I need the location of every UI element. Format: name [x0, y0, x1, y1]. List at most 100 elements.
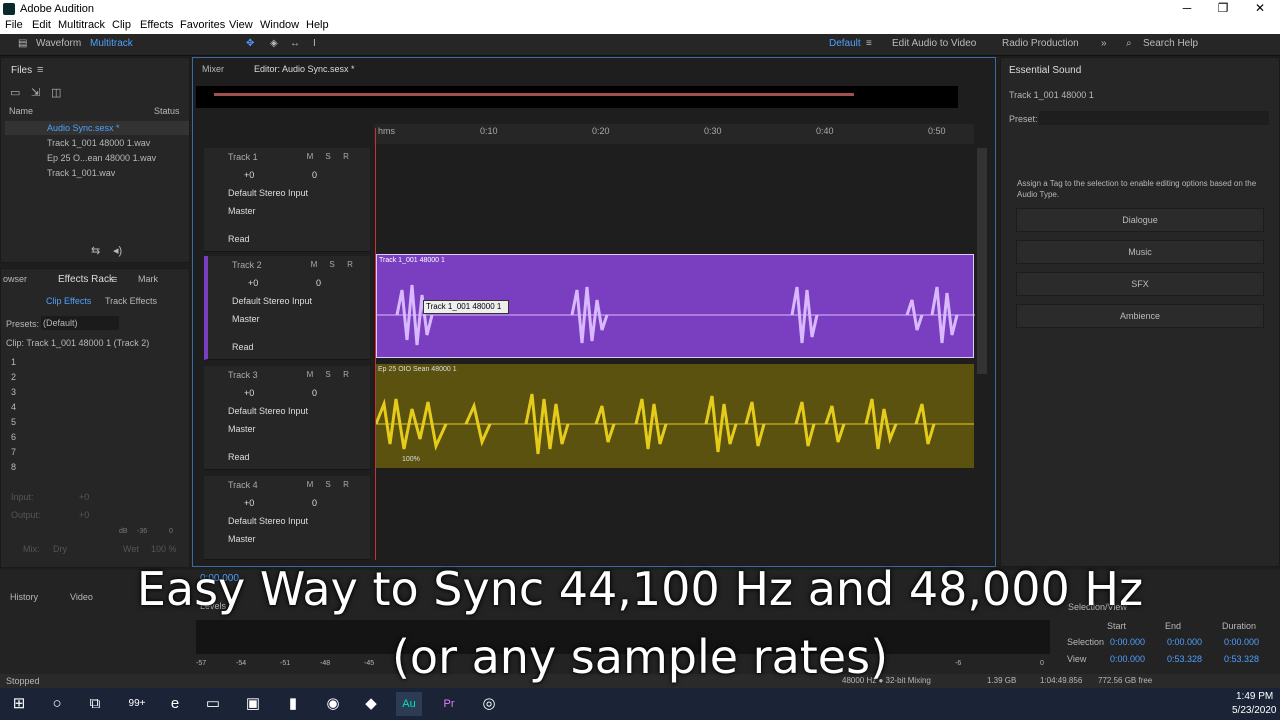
files-col-name[interactable]: Name [9, 106, 33, 116]
automation-mode[interactable]: Read [232, 342, 254, 352]
menu-edit[interactable]: Edit [32, 19, 51, 31]
pan-value[interactable]: 0 [312, 170, 317, 180]
effects-rack-title[interactable]: Effects Rack [58, 274, 114, 285]
file-item[interactable]: Track 1_001 48000 1.wav [47, 138, 150, 148]
fx-slot[interactable]: 6 [11, 432, 16, 442]
premiere-taskbar-icon[interactable]: Pr [436, 692, 462, 716]
clock-date[interactable]: 5/23/2020 [1232, 705, 1277, 716]
file-item[interactable]: Audio Sync.sesx * [47, 123, 120, 133]
volume-value[interactable]: +0 [244, 170, 254, 180]
file-item[interactable]: Track 1_001.wav [47, 168, 115, 178]
fx-slot[interactable]: 2 [11, 372, 16, 382]
tab-editor[interactable]: Editor: Audio Sync.sesx * [254, 64, 355, 74]
windows-start-icon[interactable]: ⊞ [6, 692, 32, 716]
workspace-edit-audio-to-video[interactable]: Edit Audio to Video [892, 38, 976, 49]
dialogue-button[interactable]: Dialogue [1016, 208, 1264, 232]
workspace-default[interactable]: Default [829, 38, 861, 49]
sticky-notes-icon[interactable]: ▮ [280, 692, 306, 716]
pan-value[interactable]: 0 [312, 388, 317, 398]
minimize-icon[interactable]: ─ [1177, 1, 1197, 17]
audition-taskbar-icon[interactable]: Au [396, 692, 422, 716]
automation-mode[interactable]: Read [228, 234, 250, 244]
tab-mixer[interactable]: Mixer [202, 64, 224, 74]
fx-slot[interactable]: 4 [11, 402, 16, 412]
audio-clip[interactable]: Track 1_001 48000 1 Track 1_001 48000 1 [376, 254, 975, 358]
track-input[interactable]: Default Stereo Input [232, 296, 312, 306]
automation-mode[interactable]: Read [228, 452, 250, 462]
track-input[interactable]: Default Stereo Input [228, 188, 308, 198]
cortana-icon[interactable]: ○ [44, 692, 70, 716]
search-help-input[interactable]: Search Help [1143, 38, 1198, 49]
volume-value[interactable]: +0 [248, 278, 258, 288]
fx-slot[interactable]: 1 [11, 357, 16, 367]
solo-button[interactable]: S [326, 260, 338, 269]
task-view-icon[interactable]: ⧉ [82, 692, 108, 716]
fx-slot[interactable]: 8 [11, 462, 16, 472]
track-name[interactable]: Track 4 [228, 480, 258, 490]
track-name[interactable]: Track 1 [228, 152, 258, 162]
menu-window[interactable]: Window [260, 19, 299, 31]
overview-bar[interactable] [196, 86, 958, 108]
more-workspaces-icon[interactable]: » [1101, 38, 1107, 49]
record-button[interactable]: R [340, 370, 352, 379]
mail-badge[interactable]: 99+ [124, 692, 150, 716]
mute-button[interactable]: M [304, 480, 316, 489]
speaker-icon[interactable]: ◂) [113, 244, 122, 257]
track-output[interactable]: Master [228, 206, 256, 216]
workspace-menu-icon[interactable]: ≡ [866, 38, 872, 49]
audio-clip[interactable]: Ep 25 OIO Sean 48000 1 100% [376, 364, 974, 468]
panel-menu-icon[interactable]: ≡ [37, 64, 43, 76]
preset-select[interactable] [1039, 111, 1269, 125]
record-button[interactable]: R [340, 152, 352, 161]
store-icon[interactable]: ▣ [240, 692, 266, 716]
new-file-icon[interactable]: ◫ [51, 86, 61, 99]
obs-icon[interactable]: ◎ [476, 692, 502, 716]
pan-value[interactable]: 0 [312, 498, 317, 508]
tab-media-browser[interactable]: owser [3, 274, 27, 284]
tab-markers[interactable]: Mark [138, 274, 158, 284]
tab-clip-effects[interactable]: Clip Effects [46, 296, 91, 306]
open-folder-icon[interactable]: ▭ [10, 86, 20, 99]
fx-slot[interactable]: 7 [11, 447, 16, 457]
mute-button[interactable]: M [304, 370, 316, 379]
explorer-icon[interactable]: ▭ [200, 692, 226, 716]
workspace-radio-production[interactable]: Radio Production [1002, 38, 1079, 49]
menu-help[interactable]: Help [306, 19, 329, 31]
solo-button[interactable]: S [322, 152, 334, 161]
clock-time[interactable]: 1:49 PM [1236, 691, 1273, 702]
menu-effects[interactable]: Effects [140, 19, 173, 31]
multitrack-button[interactable]: Multitrack [90, 38, 133, 49]
panel-menu-icon[interactable]: ≡ [111, 274, 117, 286]
playhead[interactable] [375, 128, 376, 560]
presets-select[interactable]: (Default) [41, 316, 119, 330]
time-selection-icon[interactable]: I [313, 38, 316, 49]
menu-file[interactable]: File [5, 19, 23, 31]
files-col-status[interactable]: Status [154, 106, 180, 116]
menu-favorites[interactable]: Favorites [180, 19, 225, 31]
move-tool-icon[interactable]: ✥ [246, 38, 254, 49]
app-icon[interactable]: ◆ [358, 692, 384, 716]
solo-button[interactable]: S [322, 480, 334, 489]
edge-icon[interactable]: e [162, 692, 188, 716]
track-output[interactable]: Master [228, 424, 256, 434]
tab-track-effects[interactable]: Track Effects [105, 296, 157, 306]
menu-clip[interactable]: Clip [112, 19, 131, 31]
track-output[interactable]: Master [232, 314, 260, 324]
track-name[interactable]: Track 2 [232, 260, 262, 270]
menu-multitrack[interactable]: Multitrack [58, 19, 105, 31]
razor-tool-icon[interactable]: ◈ [270, 38, 278, 49]
fx-slot[interactable]: 3 [11, 387, 16, 397]
close-icon[interactable]: ✕ [1250, 1, 1270, 17]
menu-view[interactable]: View [229, 19, 253, 31]
pan-value[interactable]: 0 [316, 278, 321, 288]
import-icon[interactable]: ⇲ [31, 86, 40, 99]
sfx-button[interactable]: SFX [1016, 272, 1264, 296]
timeline-ruler[interactable]: hms 0:10 0:20 0:30 0:40 0:50 [374, 124, 974, 144]
loop-icon[interactable]: ⇆ [91, 244, 100, 257]
record-button[interactable]: R [340, 480, 352, 489]
slip-tool-icon[interactable]: ↔ [290, 38, 300, 49]
volume-value[interactable]: +0 [244, 498, 254, 508]
chrome-icon[interactable]: ◉ [320, 692, 346, 716]
solo-button[interactable]: S [322, 370, 334, 379]
track-input[interactable]: Default Stereo Input [228, 516, 308, 526]
